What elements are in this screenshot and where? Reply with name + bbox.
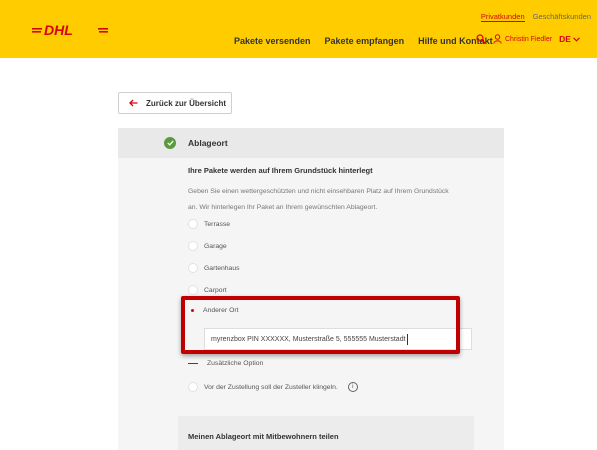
dhl-logo[interactable]: DHL [32,22,108,38]
share-section: Meinen Ablageort mit Mitbewohnern teilen [178,416,474,450]
share-title: Meinen Ablageort mit Mitbewohnern teilen [188,432,339,441]
user-icon [493,34,502,44]
panel-title: Ablageort [188,138,228,148]
chevron-down-icon [573,36,580,42]
search-icon[interactable] [476,34,486,44]
check-icon [164,137,176,149]
additional-option-label: Zusätzliche Option [207,360,264,367]
user-name: Christin Fiedler [505,35,553,43]
radio-button[interactable] [188,241,198,251]
option-terrasse[interactable]: Terrasse [188,219,230,229]
option-klingeln[interactable]: Vor der Zustellung soll der Zusteller kl… [188,382,358,392]
radio-button[interactable] [188,382,198,392]
info-title: Ihre Pakete werden auf Ihrem Grundstück … [188,166,373,175]
main-nav: Pakete versenden Pakete empfangen Hilfe … [234,36,493,46]
radio-button[interactable] [188,263,198,273]
header: DHL Privatkunden Geschäftskunden Pakete … [0,0,597,58]
additional-option-toggle[interactable]: Zusätzliche Option [188,360,263,367]
svg-text:DHL: DHL [44,22,73,38]
top-link-privatkunden[interactable]: Privatkunden [480,12,525,22]
minus-icon [188,363,198,364]
arrow-left-icon [129,99,138,107]
panel-header[interactable]: Ablageort [118,128,504,158]
option-gartenhaus[interactable]: Gartenhaus [188,263,240,273]
language-label: DE [559,34,571,44]
option-label: Vor der Zustellung soll der Zusteller kl… [204,383,338,391]
nav-pakete-versenden[interactable]: Pakete versenden [234,36,311,46]
highlight-frame [181,296,460,354]
option-label: Garage [204,242,227,250]
radio-button[interactable] [188,285,198,295]
option-label: Gartenhaus [204,264,240,272]
option-carport[interactable]: Carport [188,285,227,295]
user-menu[interactable]: Christin Fiedler [493,34,552,44]
header-tools: Christin Fiedler DE [476,34,580,44]
back-button-label: Zurück zur Übersicht [146,98,227,108]
radio-button[interactable] [188,219,198,229]
option-label: Terrasse [204,220,231,228]
back-button[interactable]: Zurück zur Übersicht [118,92,232,114]
info-icon[interactable]: i [347,382,358,392]
info-text: Geben Sie einen wettergeschützten und ni… [188,188,449,211]
ablageort-panel: Ablageort Ihre Pakete werden auf Ihrem G… [118,128,504,450]
option-label: Carport [204,286,227,294]
language-selector[interactable]: DE [559,34,580,44]
top-links: Privatkunden Geschäftskunden [480,12,591,22]
nav-pakete-empfangen[interactable]: Pakete empfangen [325,36,405,46]
top-link-geschaeftskunden[interactable]: Geschäftskunden [533,12,591,22]
option-garage[interactable]: Garage [188,241,227,251]
